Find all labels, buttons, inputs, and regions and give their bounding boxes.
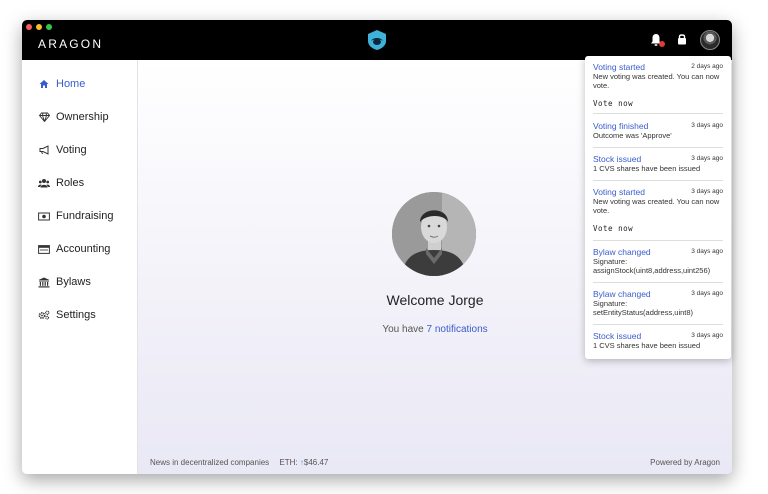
divider	[593, 113, 723, 114]
eth-price: ETH: ↑$46.47	[279, 458, 328, 467]
brand-wordmark: ARAGON	[38, 37, 104, 51]
notification-body: Outcome was 'Approve'	[593, 131, 672, 140]
profile-photo	[392, 192, 476, 276]
news-link[interactable]: News in decentralized companies	[150, 458, 269, 467]
lock-icon[interactable]	[677, 33, 687, 45]
divider	[593, 180, 723, 181]
notification-body: Signature: assignStock(uint8,address,uin…	[593, 257, 711, 275]
notifications-panel: Voting started 2 days ago New voting was…	[585, 56, 731, 359]
notification-item[interactable]: Stock issued 3 days ago 1 CVS shares hav…	[593, 154, 723, 176]
notification-title[interactable]: Bylaw changed	[593, 247, 651, 257]
home-icon	[38, 78, 50, 90]
notification-time: 3 days ago	[691, 248, 723, 255]
gears-icon	[38, 309, 50, 321]
sidebar-item-ownership[interactable]: Ownership	[22, 102, 138, 132]
close-window-button[interactable]	[26, 24, 32, 30]
notification-item[interactable]: Bylaw changed 3 days ago Signature: assi…	[593, 247, 723, 279]
notification-item[interactable]: Stock issued 3 days ago 1 CVS shares hav…	[593, 331, 723, 353]
notification-body: Signature: setEntityStatus(address,uint8…	[593, 299, 694, 317]
eth-value: $46.47	[303, 458, 329, 467]
notification-badge	[659, 41, 665, 47]
divider	[593, 240, 723, 241]
notification-time: 3 days ago	[691, 122, 723, 129]
notification-title[interactable]: Voting started	[593, 62, 645, 72]
vote-now-button[interactable]: Vote now	[593, 224, 633, 233]
powered-by: Powered by Aragon	[650, 458, 720, 467]
diamond-icon	[38, 111, 50, 123]
notifications-link[interactable]: 7 notifications	[426, 324, 487, 335]
sidebar-item-label: Accounting	[56, 243, 111, 255]
notification-item[interactable]: Bylaw changed 3 days ago Signature: setE…	[593, 289, 723, 321]
sidebar-item-voting[interactable]: Voting	[22, 135, 138, 165]
notification-time: 3 days ago	[691, 332, 723, 339]
sidebar-item-roles[interactable]: Roles	[22, 168, 138, 198]
notification-title[interactable]: Stock issued	[593, 331, 641, 341]
eth-label: ETH:	[279, 458, 298, 467]
users-icon	[38, 177, 50, 189]
notification-summary-prefix: You have	[382, 324, 427, 335]
footer-news: News in decentralized companies ETH: ↑$4…	[150, 458, 328, 467]
sidebar-item-label: Fundraising	[56, 210, 114, 222]
vote-now-button[interactable]: Vote now	[593, 99, 633, 108]
title-bar: ARAGON	[22, 20, 732, 60]
sidebar-item-label: Ownership	[56, 111, 109, 123]
minimize-window-button[interactable]	[36, 24, 42, 30]
notification-time: 3 days ago	[691, 290, 723, 297]
notification-item[interactable]: Voting started 2 days ago New voting was…	[593, 62, 723, 108]
notification-body: New voting was created. You can now vote…	[593, 197, 720, 215]
sidebar-item-settings[interactable]: Settings	[22, 300, 138, 330]
notification-item[interactable]: Voting started 3 days ago New voting was…	[593, 187, 723, 233]
notification-title[interactable]: Voting finished	[593, 121, 648, 131]
user-avatar-button[interactable]	[700, 30, 720, 50]
sidebar-item-home[interactable]: Home	[22, 69, 138, 99]
notification-title[interactable]: Voting started	[593, 187, 645, 197]
megaphone-icon	[38, 144, 50, 156]
sidebar-item-accounting[interactable]: Accounting	[22, 234, 138, 264]
notification-item[interactable]: Voting finished 3 days ago Outcome was '…	[593, 121, 723, 143]
notification-body: New voting was created. You can now vote…	[593, 72, 720, 90]
notification-title[interactable]: Bylaw changed	[593, 289, 651, 299]
sidebar: Home Ownership Voting Roles Fundraising	[22, 60, 138, 474]
notification-time: 3 days ago	[691, 188, 723, 195]
notification-body: 1 CVS shares have been issued	[593, 341, 701, 350]
bank-icon	[38, 276, 50, 288]
notification-time: 2 days ago	[691, 63, 723, 70]
ledger-icon	[38, 243, 50, 255]
sidebar-item-label: Bylaws	[56, 276, 91, 288]
zoom-window-button[interactable]	[46, 24, 52, 30]
sidebar-item-bylaws[interactable]: Bylaws	[22, 267, 138, 297]
sidebar-item-fundraising[interactable]: Fundraising	[22, 201, 138, 231]
divider	[593, 324, 723, 325]
sidebar-item-label: Roles	[56, 177, 85, 189]
sidebar-item-label: Settings	[56, 309, 96, 321]
notification-time: 3 days ago	[691, 155, 723, 162]
notification-body: 1 CVS shares have been issued	[593, 164, 701, 173]
aragon-logo-icon[interactable]	[366, 29, 388, 51]
notification-title[interactable]: Stock issued	[593, 154, 641, 164]
sidebar-item-label: Home	[56, 78, 86, 90]
sidebar-item-label: Voting	[56, 144, 87, 156]
money-icon	[38, 210, 50, 222]
divider	[593, 147, 723, 148]
divider	[593, 282, 723, 283]
